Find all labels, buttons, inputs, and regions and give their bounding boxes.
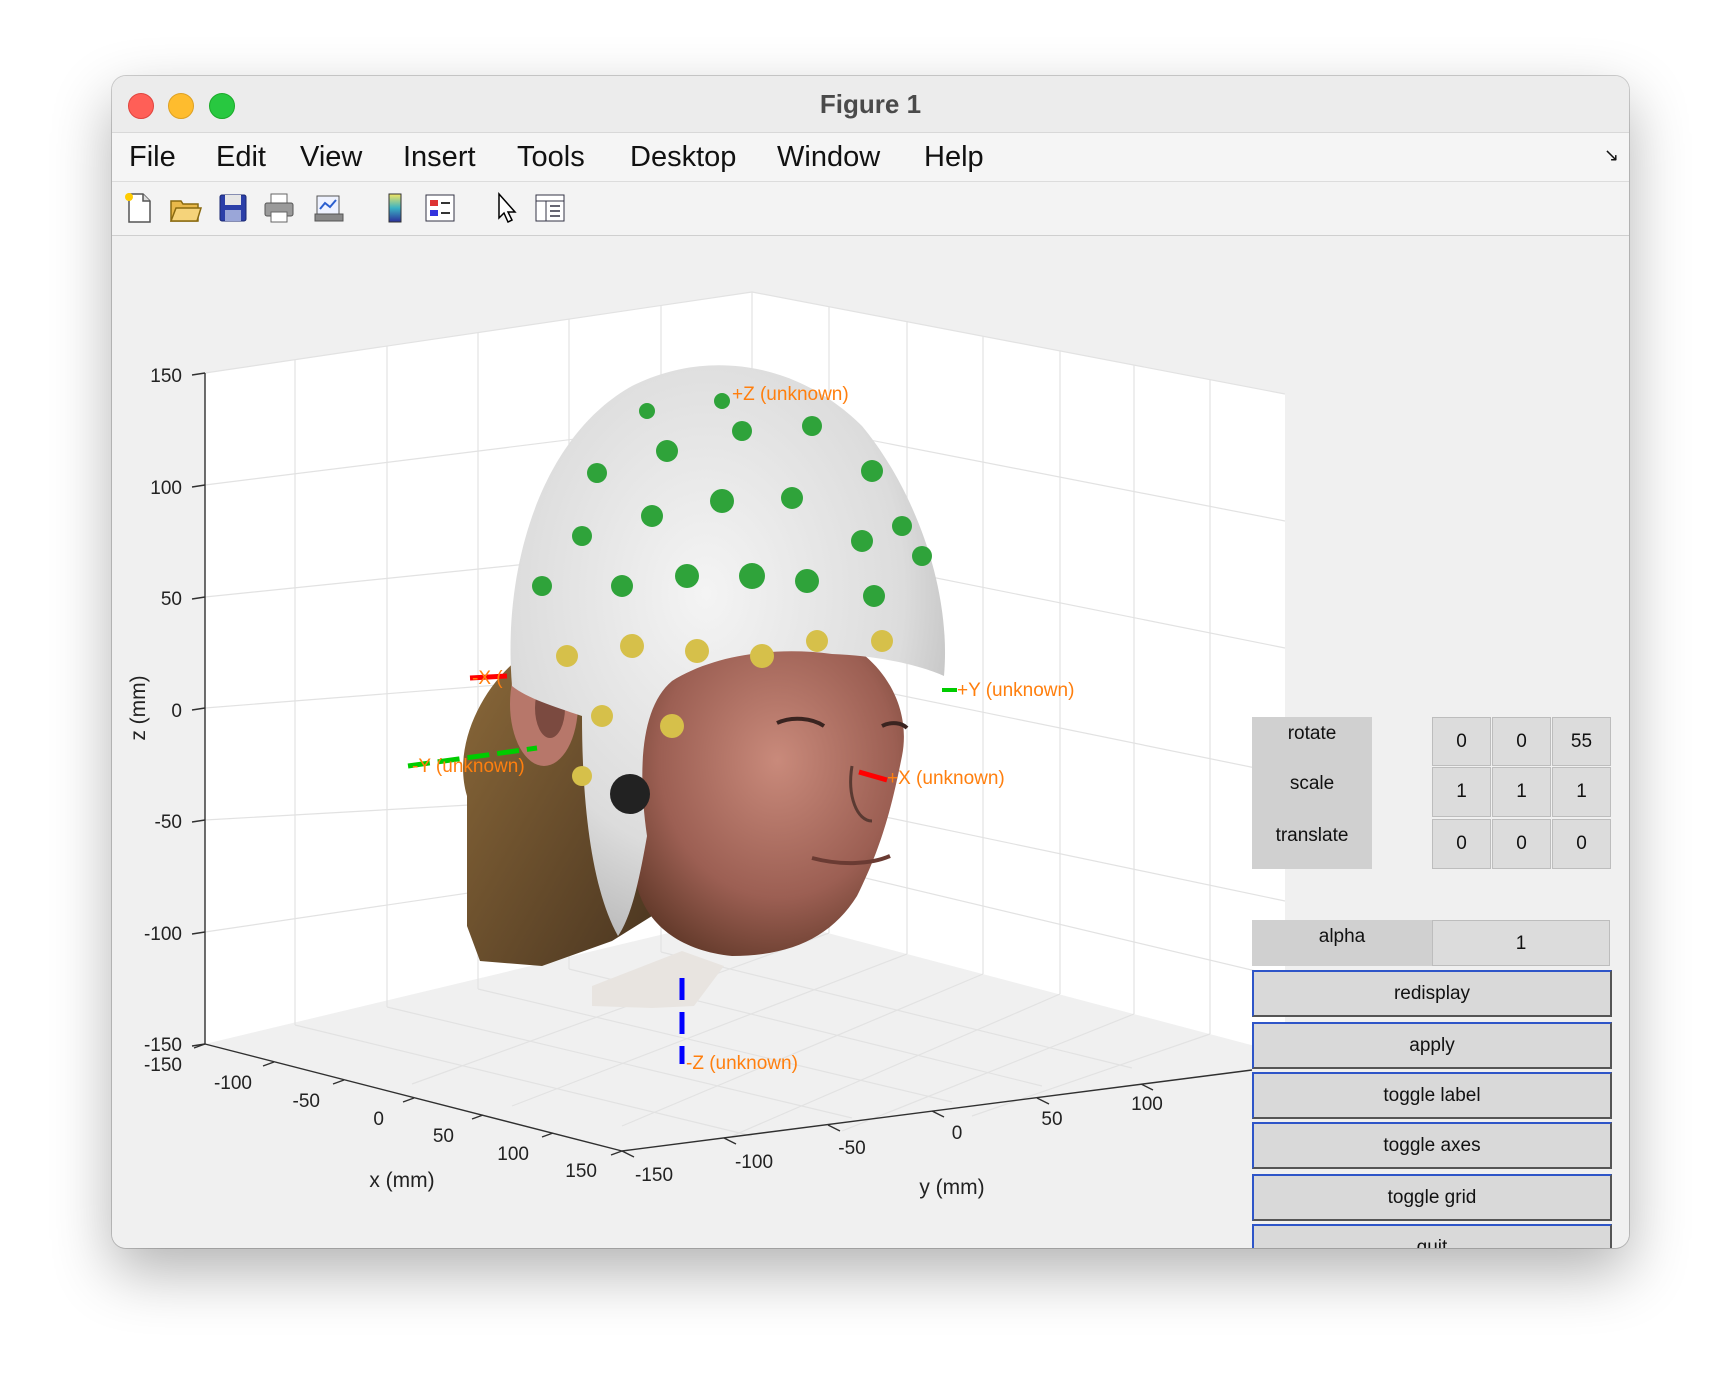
y-tick-label: -150 bbox=[635, 1165, 673, 1186]
toggle-label-button[interactable]: toggle label bbox=[1252, 1072, 1612, 1119]
menu-bar: File Edit View Insert Tools Desktop Wind… bbox=[112, 133, 1629, 182]
translate-z-input[interactable]: 0 bbox=[1552, 819, 1611, 869]
z-tick-label: 50 bbox=[161, 589, 182, 610]
title-bar: Figure 1 bbox=[112, 76, 1629, 133]
scale-x-input[interactable]: 1 bbox=[1432, 767, 1491, 817]
alpha-input[interactable]: 1 bbox=[1432, 920, 1610, 966]
apply-button[interactable]: apply bbox=[1252, 1022, 1612, 1069]
y-tick-label: -100 bbox=[735, 1152, 773, 1173]
z-tick-label: 100 bbox=[150, 478, 182, 499]
menu-desktop[interactable]: Desktop bbox=[630, 141, 736, 174]
link-plot-icon[interactable] bbox=[312, 191, 346, 225]
plus-x-label: +X (unknown) bbox=[887, 768, 1005, 789]
y-tick-marks bbox=[621, 1083, 1154, 1158]
save-icon[interactable] bbox=[216, 191, 250, 225]
plus-z-label: +Z (unknown) bbox=[732, 384, 849, 405]
plus-y-label: +Y (unknown) bbox=[957, 680, 1074, 701]
colorbar-icon[interactable] bbox=[378, 191, 412, 225]
property-editor-icon[interactable] bbox=[533, 191, 567, 225]
z-tick-label: -150 bbox=[144, 1035, 182, 1056]
scale-label: scale bbox=[1289, 773, 1335, 794]
z-tick-label: -100 bbox=[144, 924, 182, 945]
x-tick-label: 50 bbox=[433, 1126, 454, 1147]
rotate-label: rotate bbox=[1287, 723, 1337, 744]
x-tick-label: 0 bbox=[373, 1109, 384, 1130]
window-title: Figure 1 bbox=[819, 89, 922, 119]
rotate-y-input[interactable]: 0 bbox=[1492, 717, 1551, 766]
y-tick-label: 0 bbox=[952, 1123, 963, 1144]
translate-y-input[interactable]: 0 bbox=[1492, 819, 1551, 869]
menu-file[interactable]: File bbox=[129, 141, 176, 174]
x-tick-label: -100 bbox=[214, 1073, 252, 1094]
menu-tools[interactable]: Tools bbox=[517, 141, 585, 174]
translate-x-input[interactable]: 0 bbox=[1432, 819, 1491, 869]
quit-button[interactable]: quit bbox=[1252, 1224, 1612, 1248]
x-tick-label: 150 bbox=[565, 1161, 597, 1182]
minus-z-label: -Z (unknown) bbox=[686, 1053, 798, 1074]
z-tick-label: 0 bbox=[171, 701, 182, 722]
open-file-icon[interactable] bbox=[168, 191, 202, 225]
scale-z-input[interactable]: 1 bbox=[1552, 767, 1611, 817]
new-figure-icon[interactable] bbox=[122, 191, 156, 225]
z-tick-label: 150 bbox=[150, 366, 182, 387]
x-tick-marks bbox=[193, 1043, 623, 1156]
legend-icon[interactable] bbox=[423, 191, 457, 225]
menu-view[interactable]: View bbox=[300, 141, 362, 174]
redisplay-button[interactable]: redisplay bbox=[1252, 970, 1612, 1017]
y-tick-label: -50 bbox=[838, 1138, 865, 1159]
y-tick-label: 100 bbox=[1131, 1094, 1163, 1115]
menu-insert[interactable]: Insert bbox=[403, 141, 476, 174]
x-tick-label: -50 bbox=[293, 1091, 320, 1112]
x-tick-label: 100 bbox=[497, 1144, 529, 1165]
x-axis-label: x (mm) bbox=[369, 1169, 434, 1192]
menu-help[interactable]: Help bbox=[924, 141, 984, 174]
toggle-grid-button[interactable]: toggle grid bbox=[1252, 1174, 1612, 1221]
translate-label: translate bbox=[1275, 825, 1349, 846]
y-tick-label: 50 bbox=[1041, 1109, 1062, 1130]
toolbar bbox=[112, 182, 1629, 236]
menu-window[interactable]: Window bbox=[777, 141, 880, 174]
rotate-z-input[interactable]: 55 bbox=[1552, 717, 1611, 766]
z-axis-label: z (mm) bbox=[127, 675, 150, 740]
menu-edit[interactable]: Edit bbox=[216, 141, 266, 174]
print-icon[interactable] bbox=[262, 191, 296, 225]
figure-window: Figure 1 File Edit View Insert Tools Des… bbox=[112, 76, 1629, 1248]
minus-y-label: -Y (unknown) bbox=[412, 756, 525, 777]
z-tick-label: -50 bbox=[155, 812, 182, 833]
y-axis-label: y (mm) bbox=[919, 1176, 984, 1199]
x-tick-label: -150 bbox=[144, 1055, 182, 1076]
pointer-icon[interactable] bbox=[489, 191, 523, 225]
figure-canvas[interactable]: 150 100 50 0 -50 -100 -150 z (mm) -150 -… bbox=[112, 236, 1629, 1248]
toggle-axes-button[interactable]: toggle axes bbox=[1252, 1122, 1612, 1169]
dock-arrow-icon[interactable]: ↘ bbox=[1604, 145, 1619, 166]
scale-y-input[interactable]: 1 bbox=[1492, 767, 1551, 817]
rotate-x-input[interactable]: 0 bbox=[1432, 717, 1491, 766]
minus-x-label: -X ( bbox=[472, 668, 503, 689]
z-tick-marks bbox=[191, 372, 206, 1047]
alpha-label: alpha bbox=[1252, 920, 1432, 966]
